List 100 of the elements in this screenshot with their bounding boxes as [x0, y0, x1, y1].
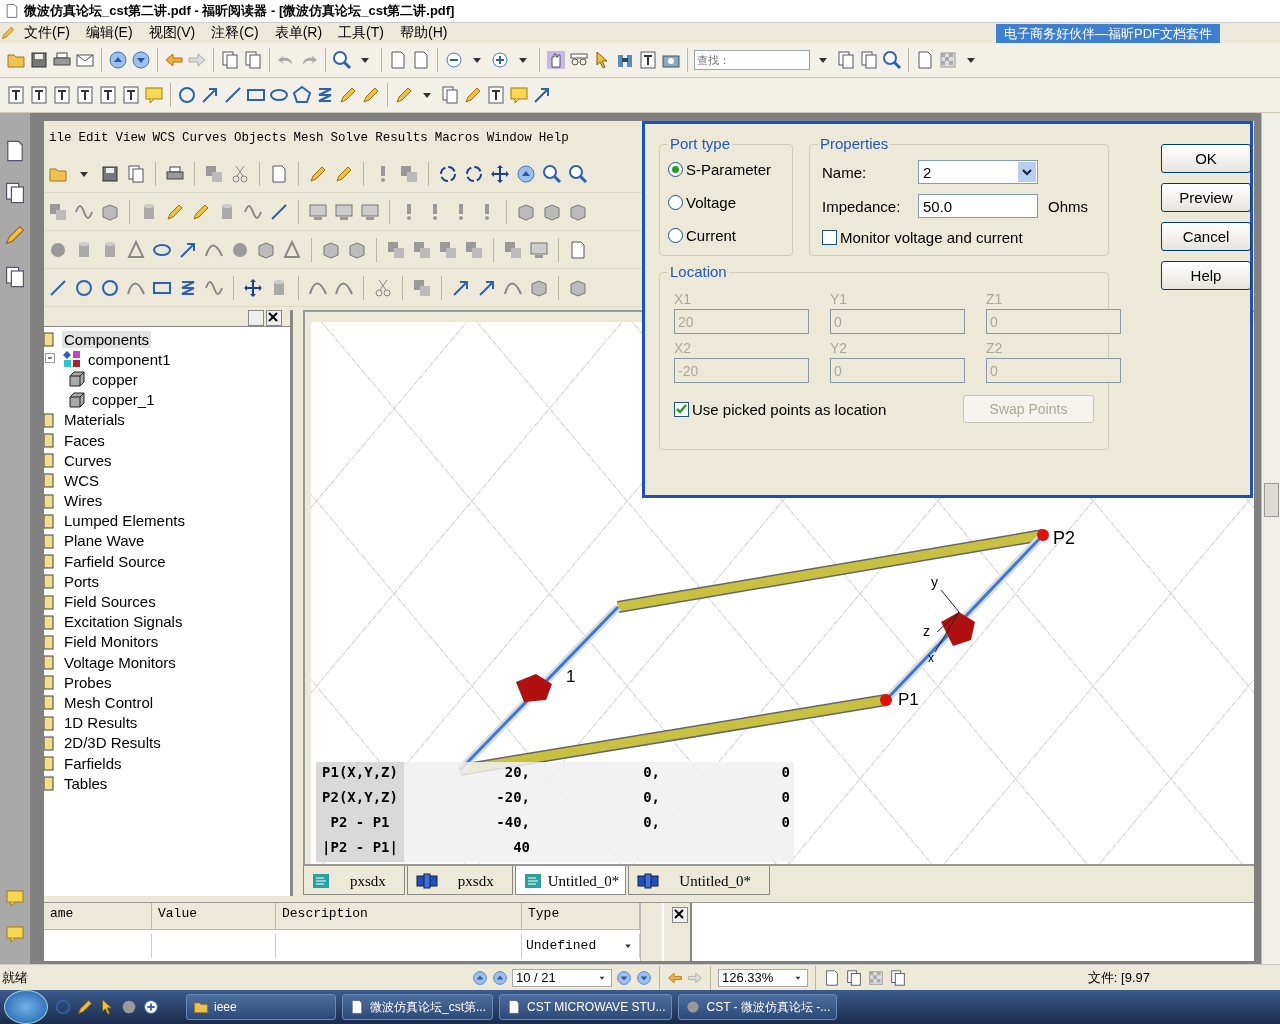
text-icon[interactable]	[75, 85, 95, 105]
tree-item[interactable]: Tables	[62, 774, 110, 792]
scrollbar[interactable]	[640, 903, 662, 961]
line-icon[interactable]	[223, 85, 243, 105]
plus-icon[interactable]	[142, 998, 160, 1016]
document-tab[interactable]: pxsdx	[406, 866, 513, 895]
cube-icon[interactable]	[321, 239, 341, 260]
menu-item[interactable]: Results	[372, 131, 432, 145]
tree-item[interactable]: Ports	[62, 572, 101, 590]
scissors-icon[interactable]	[373, 277, 393, 298]
circle-icon[interactable]	[100, 277, 120, 298]
column-header[interactable]: Description	[276, 903, 522, 930]
checker-icon[interactable]	[867, 968, 885, 987]
column-header[interactable]: Value	[152, 903, 276, 930]
hand-icon[interactable]	[546, 50, 566, 70]
monitor-icon[interactable]	[529, 239, 549, 260]
squares-icon[interactable]	[386, 239, 406, 260]
circle-icon[interactable]	[74, 277, 94, 298]
tree-item[interactable]: WCS	[62, 471, 101, 489]
squares-icon[interactable]	[503, 239, 523, 260]
monitor-icon[interactable]	[308, 201, 328, 222]
checkbox[interactable]	[674, 401, 689, 417]
pages-icon[interactable]	[126, 163, 146, 184]
document-tab[interactable]: Untitled_0*	[514, 866, 627, 895]
dialog-button[interactable]: OK	[1161, 144, 1251, 173]
tree-item[interactable]: Materials	[62, 411, 127, 429]
arrow-icon[interactable]	[200, 85, 220, 105]
menu-item[interactable]: Window	[483, 131, 536, 145]
tree-item[interactable]: Components	[62, 330, 152, 348]
menu-item[interactable]: 文件(F)	[16, 24, 78, 42]
monitor-icon[interactable]	[334, 201, 354, 222]
menu-item[interactable]: Objects	[231, 131, 291, 145]
tree-item[interactable]: Probes	[62, 673, 114, 691]
start-button[interactable]	[4, 990, 48, 1024]
cube-icon[interactable]	[100, 201, 120, 222]
menu-item[interactable]: 表单(R)	[266, 24, 331, 42]
move-icon[interactable]	[243, 277, 263, 298]
pencil-icon[interactable]	[361, 85, 381, 105]
magnifier-icon[interactable]	[568, 163, 588, 184]
pages-icon[interactable]	[440, 85, 460, 105]
magnifier-icon[interactable]	[542, 163, 562, 184]
pages-icon[interactable]	[889, 968, 907, 987]
radio-label[interactable]: S-Parameter	[686, 161, 772, 178]
pentagon-icon[interactable]	[292, 85, 312, 105]
name-combobox[interactable]: 2	[918, 160, 1038, 185]
menu-item[interactable]: Macros	[431, 131, 484, 145]
circle-icon[interactable]	[177, 85, 197, 105]
cube-icon[interactable]	[347, 239, 367, 260]
menu-item[interactable]: Mesh	[290, 131, 328, 145]
dialog-button[interactable]: Help	[1161, 261, 1251, 290]
tree-item[interactable]: Excitation Signals	[62, 613, 185, 631]
monitor-icon[interactable]	[360, 201, 380, 222]
pages-icon[interactable]	[836, 50, 856, 70]
text-icon[interactable]	[98, 85, 118, 105]
text-icon[interactable]	[638, 50, 658, 70]
type-dropdown[interactable]: Undefined	[522, 933, 640, 958]
pages-icon[interactable]	[859, 50, 879, 70]
document-tab[interactable]: pxsdx	[303, 866, 405, 895]
taskbar-button[interactable]: ieee	[186, 994, 336, 1020]
pages-icon[interactable]	[3, 181, 27, 205]
close-button[interactable]	[672, 907, 688, 923]
menu-item[interactable]: 工具(T)	[330, 24, 392, 42]
checkbox-label[interactable]: Use picked points as location	[692, 400, 887, 418]
tree-item[interactable]: Mesh Control	[62, 693, 156, 711]
page-icon[interactable]	[4, 3, 20, 19]
scrollbar-thumb[interactable]	[1264, 483, 1279, 517]
cone-icon[interactable]	[126, 239, 146, 260]
scissors-icon[interactable]	[230, 163, 250, 184]
text-icon[interactable]	[486, 85, 506, 105]
menu-item[interactable]: Curves	[179, 131, 232, 145]
column-header[interactable]: Type	[522, 903, 640, 930]
menu-item[interactable]: Solve	[327, 131, 373, 145]
pages-icon[interactable]	[3, 265, 27, 289]
cube-icon[interactable]	[516, 201, 536, 222]
menu-item[interactable]: Help	[535, 131, 573, 145]
squares-icon[interactable]	[48, 201, 68, 222]
note-icon[interactable]	[5, 924, 25, 944]
dialog-button[interactable]: Cancel	[1161, 222, 1251, 251]
line-icon[interactable]	[269, 201, 289, 222]
taskbar-button[interactable]: CST MICROWAVE STU...	[499, 994, 673, 1020]
tree-item[interactable]: copper	[90, 370, 140, 388]
arrow-icon[interactable]	[532, 85, 552, 105]
tree-item[interactable]: copper_1	[90, 391, 157, 409]
squares-icon[interactable]	[204, 163, 224, 184]
radio-button[interactable]	[668, 228, 683, 243]
sphere-icon[interactable]	[120, 998, 138, 1016]
taskbar-button[interactable]: CST - 微波仿真论坛 -...	[678, 994, 838, 1020]
menu-item[interactable]: WCS	[149, 131, 180, 145]
radio-label[interactable]: Current	[686, 227, 737, 244]
line-icon[interactable]	[48, 277, 68, 298]
checkbox[interactable]	[822, 229, 837, 245]
taskbar-button[interactable]: 微波仿真论坛_cst第...	[342, 994, 493, 1020]
menu-item[interactable]: 注释(C)	[203, 24, 267, 42]
tree-item[interactable]: Wires	[62, 492, 105, 510]
tree-item[interactable]: Plane Wave	[62, 532, 147, 550]
cube-icon[interactable]	[256, 239, 276, 260]
cube-icon[interactable]	[542, 201, 562, 222]
cube-icon[interactable]	[568, 201, 588, 222]
move-icon[interactable]	[490, 163, 510, 184]
folder-icon[interactable]	[193, 999, 209, 1015]
